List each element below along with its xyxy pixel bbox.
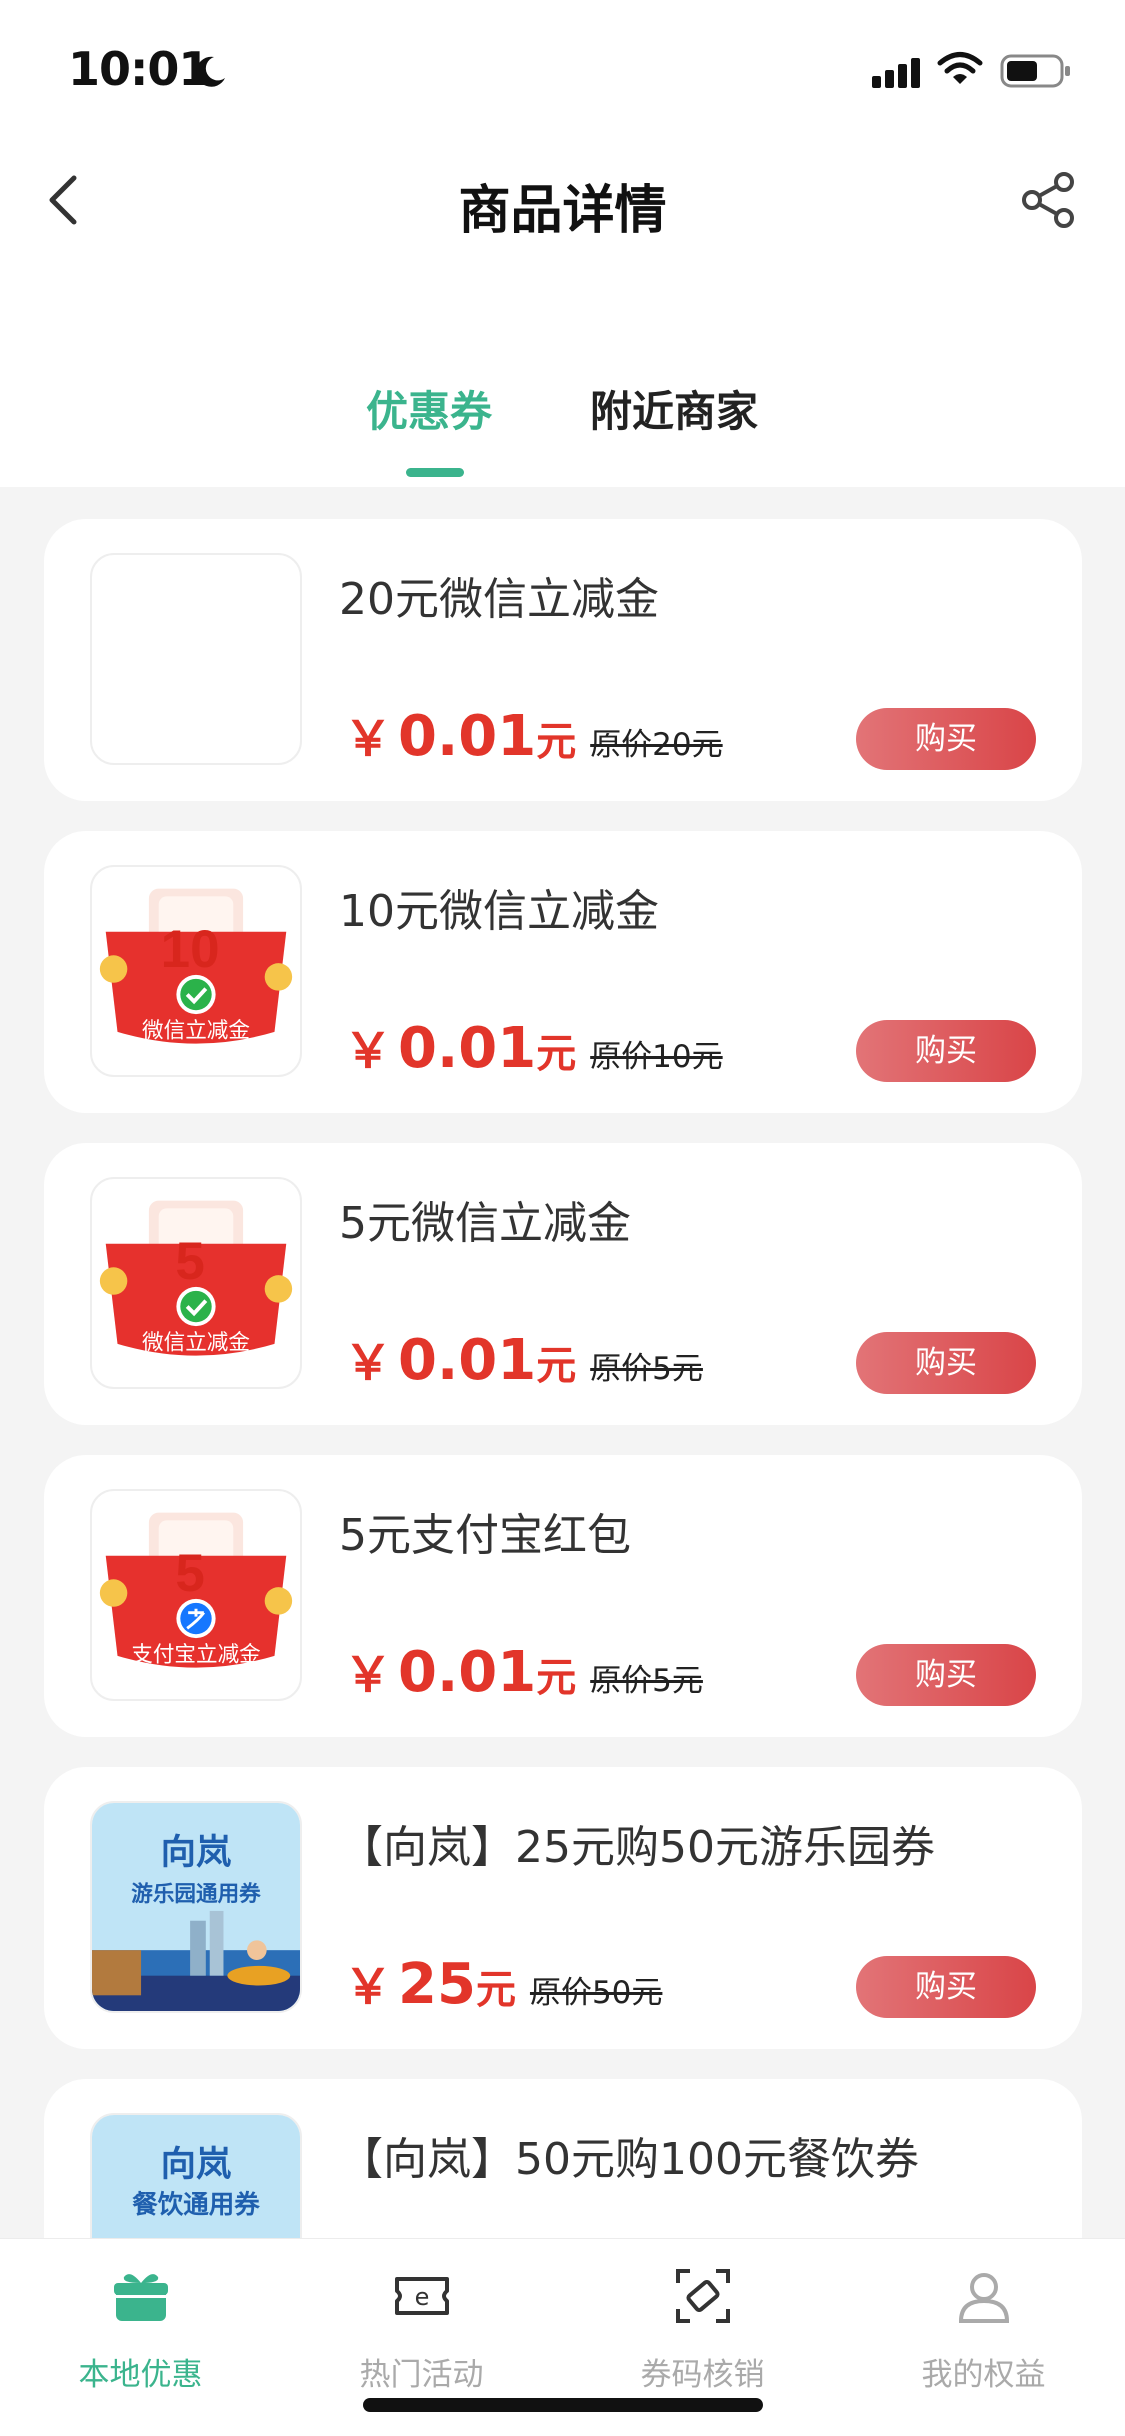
buy-button[interactable]: 购买 xyxy=(856,1020,1036,1082)
product-image-placeholder xyxy=(90,553,302,765)
red-envelope-image: 5 微信立减金 xyxy=(90,1177,302,1389)
tabbar-label: 热门活动 xyxy=(359,2357,484,2393)
product-name: 5元支付宝红包 xyxy=(339,1510,631,1561)
original-price: 原价50元 xyxy=(529,1975,663,2011)
scan-ticket-icon xyxy=(676,2269,730,2323)
home-indicator xyxy=(363,2398,763,2412)
original-price: 原价5元 xyxy=(590,1663,703,1699)
original-price: 原价5元 xyxy=(590,1351,703,1387)
price-unit: 元 xyxy=(536,1031,577,1077)
moon-icon xyxy=(196,56,225,87)
currency-symbol: ￥ xyxy=(344,711,393,767)
badge-caption: 微信立减金 xyxy=(142,1019,250,1044)
tabbar-label: 我的权益 xyxy=(921,2357,1046,2393)
tabbar-hot-events[interactable]: e 热门活动 xyxy=(281,2239,562,2399)
tabbar-label: 券码核销 xyxy=(640,2357,765,2393)
buy-button[interactable]: 购买 xyxy=(856,1956,1036,2018)
price-unit: 元 xyxy=(475,1967,516,2013)
product-name: 10元微信立减金 xyxy=(339,886,659,937)
product-card[interactable]: 10 微信立减金 10元微信立减金 ￥ 0.01元 原价10元 购买 xyxy=(44,831,1082,1113)
wifi-icon xyxy=(937,52,983,84)
price-unit: 元 xyxy=(536,719,577,765)
product-price: ￥ 0.01元 原价5元 xyxy=(344,1635,703,1705)
top-area: 10:01 商品详情 优惠券 附近商家 xyxy=(0,0,1125,487)
active-tab-indicator xyxy=(406,468,464,477)
battery-icon xyxy=(1000,54,1070,88)
tab-coupons[interactable]: 优惠券 xyxy=(366,378,492,439)
page-title: 商品详情 xyxy=(458,181,667,241)
badge-number: 10 xyxy=(161,920,220,979)
share-icon[interactable] xyxy=(1020,170,1076,230)
badge-caption: 支付宝立减金 xyxy=(131,1643,260,1668)
park-voucher-image: 向岚 游乐园通用券 xyxy=(90,1801,302,2013)
original-price: 原价10元 xyxy=(590,1039,723,1075)
badge-number: 5 xyxy=(175,1544,204,1603)
tabbar-label: 本地优惠 xyxy=(78,2357,203,2393)
tabbar-redeem-code[interactable]: 券码核销 xyxy=(562,2239,843,2399)
svg-text:e: e xyxy=(415,2283,430,2311)
red-envelope-image: 5 支付宝立减金 xyxy=(90,1489,302,1701)
price-value: 0.01 xyxy=(398,1328,537,1393)
currency-symbol: ￥ xyxy=(344,1335,393,1391)
product-card[interactable]: 20元微信立减金 ￥ 0.01元 原价20元 购买 xyxy=(44,519,1082,801)
currency-symbol: ￥ xyxy=(344,1959,393,2015)
original-price: 原价20元 xyxy=(590,727,723,763)
status-time: 10:01 xyxy=(68,42,210,96)
product-price: ￥ 0.01元 原价10元 xyxy=(344,1011,723,1081)
price-value: 25 xyxy=(398,1952,476,2017)
buy-button[interactable]: 购买 xyxy=(856,1332,1036,1394)
badge-number: 5 xyxy=(175,1232,204,1291)
gift-icon xyxy=(114,2274,168,2321)
price-value: 0.01 xyxy=(398,1016,537,1081)
buy-button[interactable]: 购买 xyxy=(856,708,1036,770)
product-name: 【向岚】50元购100元餐饮券 xyxy=(339,2134,919,2185)
ticket-e-icon: e xyxy=(395,2277,449,2315)
price-unit: 元 xyxy=(536,1343,577,1389)
price-value: 0.01 xyxy=(398,704,537,769)
price-value: 0.01 xyxy=(398,1640,537,1705)
product-name: 5元微信立减金 xyxy=(339,1198,631,1249)
red-envelope-image: 10 微信立减金 xyxy=(90,865,302,1077)
product-price: ￥ 25元 原价50元 xyxy=(344,1947,662,2017)
tabbar-local-deals[interactable]: 本地优惠 xyxy=(0,2239,281,2399)
product-name: 20元微信立减金 xyxy=(339,574,659,625)
price-unit: 元 xyxy=(536,1655,577,1701)
banner-brand: 向岚 xyxy=(161,1832,232,1873)
user-icon xyxy=(958,2273,1010,2323)
badge-caption: 微信立减金 xyxy=(142,1331,250,1356)
product-price: ￥ 0.01元 原价5元 xyxy=(344,1323,703,1393)
banner-caption: 游乐园通用券 xyxy=(131,1881,261,1907)
currency-symbol: ￥ xyxy=(344,1647,393,1703)
product-price: ￥ 0.01元 原价20元 xyxy=(344,699,723,769)
banner-caption: 餐饮通用券 xyxy=(132,2190,260,2220)
buy-button[interactable]: 购买 xyxy=(856,1644,1036,1706)
tab-nearby-merchants[interactable]: 附近商家 xyxy=(590,378,758,439)
product-name: 【向岚】25元购50元游乐园券 xyxy=(339,1822,935,1873)
currency-symbol: ￥ xyxy=(344,1023,393,1079)
signal-icon xyxy=(872,58,920,88)
banner-brand: 向岚 xyxy=(161,2144,232,2185)
product-card[interactable]: 5 微信立减金 5元微信立减金 ￥ 0.01元 原价5元 购买 xyxy=(44,1143,1082,1425)
tabbar-my-benefits[interactable]: 我的权益 xyxy=(843,2239,1124,2399)
product-card[interactable]: 向岚 游乐园通用券 【向岚】25元购50元游乐园券 ￥ 25元 原价50元 购买 xyxy=(44,1767,1082,2049)
product-card[interactable]: 5 支付宝立减金 5元支付宝红包 ￥ 0.01元 原价5元 购买 xyxy=(44,1455,1082,1737)
